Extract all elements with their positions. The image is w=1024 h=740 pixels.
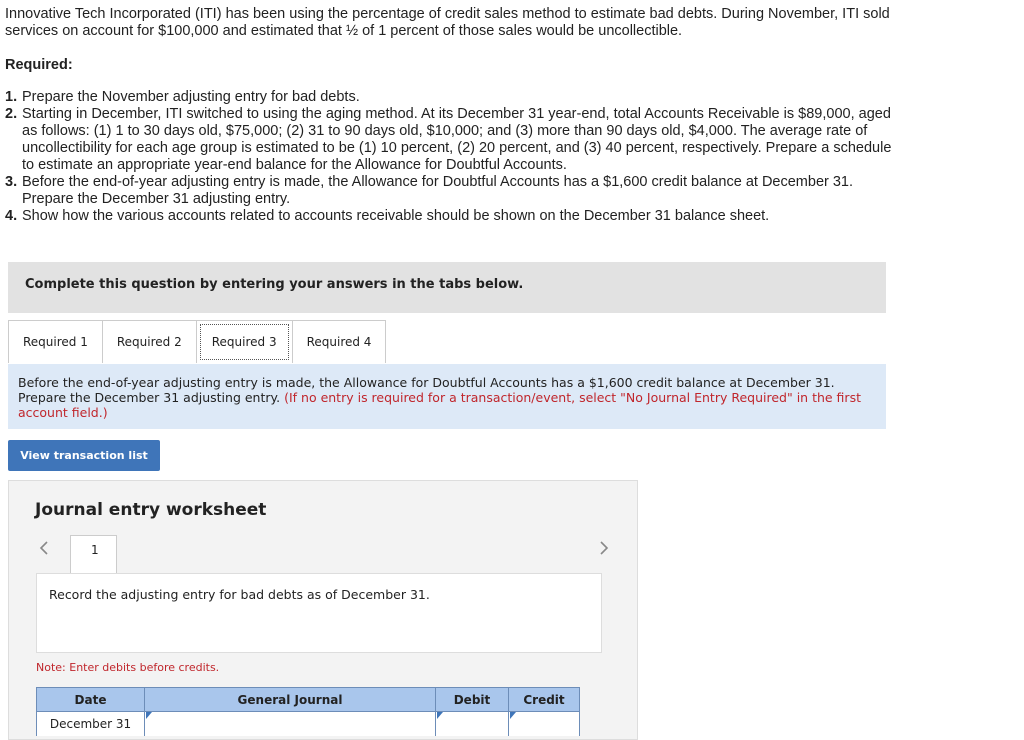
- requirement-number: 2.: [5, 106, 18, 122]
- requirement-item: 1. Prepare the November adjusting entry f…: [5, 89, 905, 106]
- record-instruction-box: Record the adjusting entry for bad debts…: [36, 573, 602, 653]
- worksheet-title: Journal entry worksheet: [35, 500, 267, 520]
- tab-required-4[interactable]: Required 4: [291, 320, 387, 363]
- required-heading: Required:: [5, 57, 73, 73]
- requirement-item: 2. Starting in December, ITI switched to …: [5, 106, 905, 174]
- dropdown-marker-icon: [146, 712, 152, 719]
- tab-required-3[interactable]: Required 3: [195, 320, 293, 363]
- credit-cell[interactable]: [508, 711, 580, 736]
- column-header-general-journal: General Journal: [144, 687, 436, 712]
- tab-required-1[interactable]: Required 1: [8, 320, 103, 363]
- column-header-credit: Credit: [508, 687, 580, 712]
- requirement-text: Before the end-of-year adjusting entry i…: [22, 174, 854, 207]
- requirements-list: 1. Prepare the November adjusting entry f…: [5, 89, 905, 225]
- tab-label: Required 1: [23, 335, 88, 349]
- info-paragraph: Before the end-of-year adjusting entry i…: [18, 375, 878, 420]
- input-marker-icon: [510, 712, 516, 719]
- tab-label: Required 2: [116, 335, 182, 349]
- requirement-number: 4.: [5, 208, 18, 224]
- problem-intro: Innovative Tech Incorporated (ITI) has b…: [5, 6, 890, 39]
- debit-cell[interactable]: [435, 711, 509, 736]
- table-row: December 31: [36, 711, 580, 736]
- tab-label: Required 3: [199, 324, 289, 360]
- journal-worksheet-panel: Journal entry worksheet 1 Record the adj…: [8, 480, 638, 740]
- requirement-item: 4. Show how the various accounts related …: [5, 208, 905, 225]
- tab-label: Required 4: [306, 335, 372, 349]
- view-transaction-list-button[interactable]: View transaction list: [8, 440, 160, 471]
- tab-required-2[interactable]: Required 2: [101, 320, 197, 363]
- record-instruction-text: Record the adjusting entry for bad debts…: [49, 587, 430, 602]
- tab-bar: Required 1 Required 2 Required 3 Require…: [8, 320, 387, 364]
- chevron-left-icon[interactable]: [37, 538, 57, 558]
- requirement-item: 3. Before the end-of-year adjusting entry…: [5, 174, 905, 208]
- banner-text: Complete this question by entering your …: [25, 277, 524, 292]
- journal-header-row: Date General Journal Debit Credit: [36, 687, 580, 712]
- requirement-number: 3.: [5, 174, 18, 190]
- instructions-banner: Complete this question by entering your …: [8, 262, 886, 313]
- date-cell: December 31: [36, 711, 145, 736]
- requirement-number: 1.: [5, 89, 18, 105]
- debits-note: Note: Enter debits before credits.: [36, 661, 220, 674]
- column-header-debit: Debit: [435, 687, 509, 712]
- general-journal-cell[interactable]: [144, 711, 436, 736]
- requirement-text: Show how the various accounts related to…: [22, 208, 770, 224]
- requirement-text: Starting in December, ITI switched to us…: [22, 106, 892, 173]
- requirement-text: Prepare the November adjusting entry for…: [22, 89, 360, 105]
- column-header-date: Date: [36, 687, 145, 712]
- entry-tab-1[interactable]: 1: [70, 535, 117, 575]
- chevron-right-icon[interactable]: [597, 538, 617, 558]
- tab-info-box: Before the end-of-year adjusting entry i…: [8, 364, 886, 429]
- input-marker-icon: [437, 712, 443, 719]
- journal-table: Date General Journal Debit Credit Decemb…: [36, 687, 580, 736]
